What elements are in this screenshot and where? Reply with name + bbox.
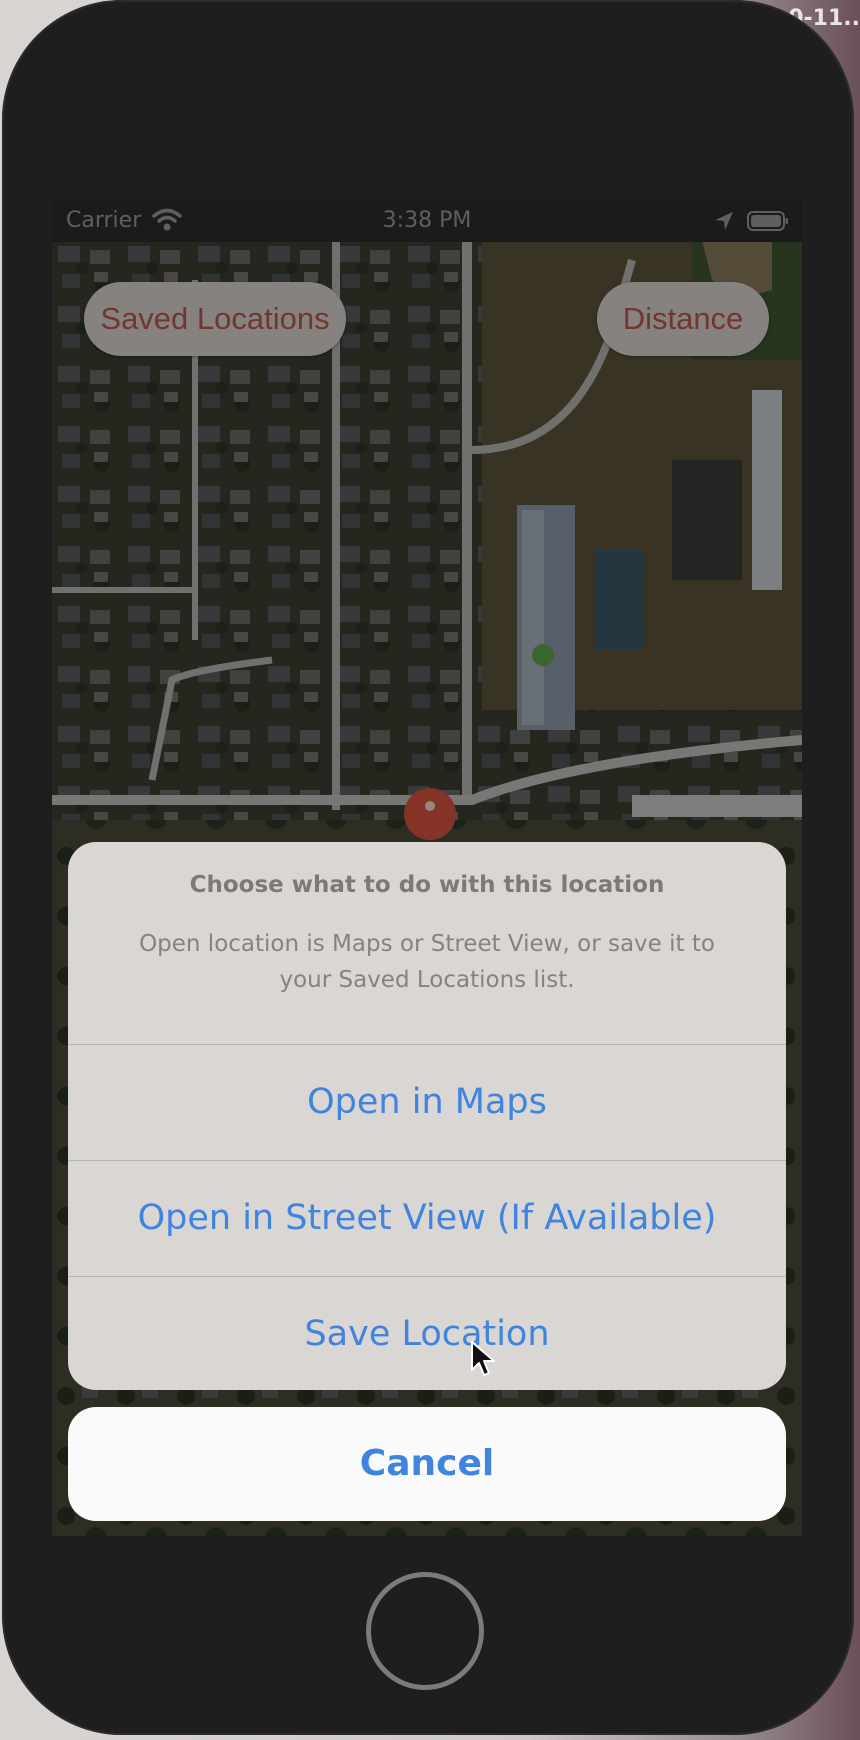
open-in-maps-button[interactable]: Open in Maps	[68, 1045, 786, 1161]
action-sheet-title: Choose what to do with this location	[189, 872, 665, 898]
save-location-button[interactable]: Save Location	[68, 1277, 786, 1390]
cancel-button[interactable]: Cancel	[68, 1407, 786, 1521]
action-sheet: Choose what to do with this location Ope…	[68, 842, 786, 1390]
action-sheet-header: Choose what to do with this location Ope…	[68, 842, 786, 1045]
desktop-background: 0-11.. Carrier 3:38 PM Saved Locations D…	[0, 0, 860, 1740]
action-sheet-message: Open location is Maps or Street View, or…	[139, 931, 715, 993]
open-in-street-view-button[interactable]: Open in Street View (If Available)	[68, 1161, 786, 1277]
phone-simulator-frame: Carrier 3:38 PM Saved Locations Distance…	[2, 0, 854, 1735]
device-screen: Carrier 3:38 PM Saved Locations Distance…	[52, 200, 802, 1536]
home-button[interactable]	[366, 1572, 484, 1690]
mouse-cursor-icon	[471, 1341, 495, 1376]
